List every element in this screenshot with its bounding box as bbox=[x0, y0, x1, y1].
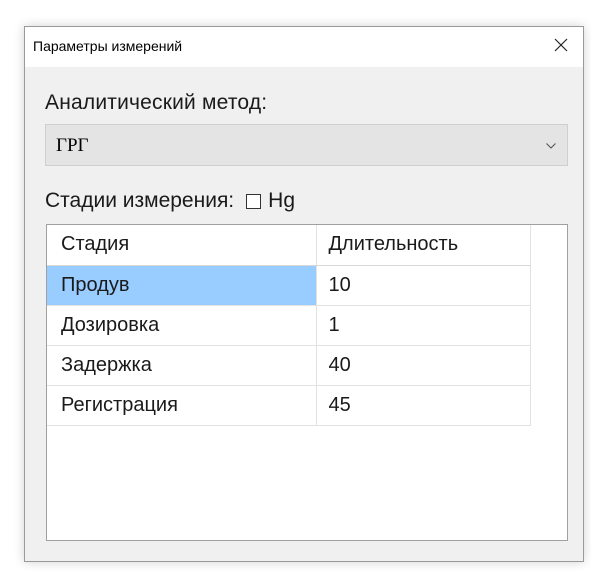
stages-label: Стадии измерения: bbox=[45, 189, 235, 212]
window-title: Параметры измерений bbox=[33, 38, 183, 54]
hg-checkbox-label[interactable]: Hg bbox=[268, 189, 295, 213]
cell-duration[interactable]: 10 bbox=[316, 265, 531, 306]
stages-table: Стадия Длительность Продув 10 Дозировка … bbox=[47, 225, 531, 426]
dialog-window: Параметры измерений Аналитический метод:… bbox=[24, 26, 584, 562]
cell-duration[interactable]: 1 bbox=[316, 305, 531, 346]
table-row[interactable]: Дозировка 1 bbox=[47, 305, 531, 346]
close-button[interactable] bbox=[539, 27, 583, 67]
chevron-down-icon bbox=[545, 139, 557, 157]
method-select-value: ГРГ bbox=[56, 135, 89, 156]
table-row[interactable]: Регистрация 45 bbox=[47, 385, 531, 426]
table-row[interactable]: Продув 10 bbox=[47, 265, 531, 306]
column-header-stage[interactable]: Стадия bbox=[47, 225, 317, 266]
stages-grid: Стадия Длительность Продув 10 Дозировка … bbox=[46, 224, 568, 541]
cell-duration[interactable]: 45 bbox=[316, 385, 531, 426]
cell-stage[interactable]: Дозировка bbox=[47, 305, 317, 346]
cell-duration[interactable]: 40 bbox=[316, 345, 531, 386]
table-header-row: Стадия Длительность bbox=[47, 225, 531, 266]
cell-stage[interactable]: Задержка bbox=[47, 345, 317, 386]
table-row[interactable]: Задержка 40 bbox=[47, 345, 531, 386]
close-icon bbox=[554, 38, 568, 57]
title-bar: Параметры измерений bbox=[25, 27, 583, 67]
column-header-duration[interactable]: Длительность bbox=[316, 225, 531, 266]
hg-checkbox[interactable] bbox=[246, 193, 262, 209]
method-label: Аналитический метод: bbox=[45, 91, 268, 114]
method-select[interactable]: ГРГ bbox=[45, 124, 568, 166]
stages-row: Стадии измерения: Hg bbox=[45, 189, 295, 213]
cell-stage[interactable]: Регистрация bbox=[47, 385, 317, 426]
cell-stage[interactable]: Продув bbox=[47, 265, 317, 306]
